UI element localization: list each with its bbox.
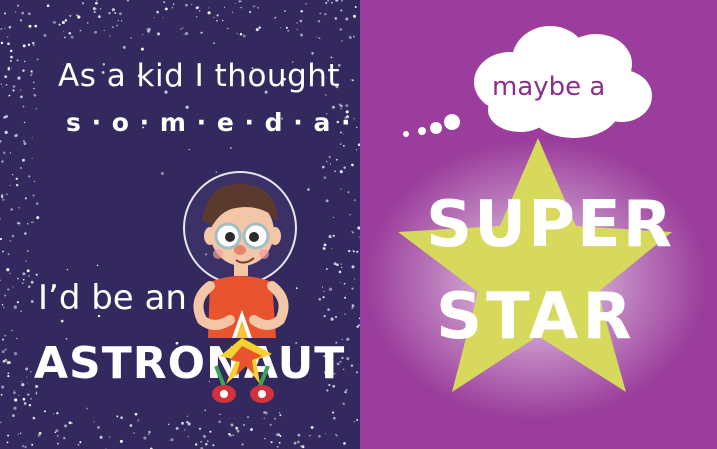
caption-line-3: I’d be an [38, 278, 187, 318]
caption-line-1: As a kid I thought [58, 58, 341, 94]
bubble-text: maybe a [492, 72, 606, 102]
illustration-page: As a kid I thought s · o · m · e · d · a… [0, 0, 717, 449]
super-text: SUPER [426, 188, 674, 262]
star-text: STAR [436, 280, 636, 354]
caption-line-2: s · o · m · e · d · a · y [66, 108, 360, 137]
astronaut-panel: As a kid I thought s · o · m · e · d · a… [0, 0, 360, 449]
astronaut-kid-illustration [183, 171, 297, 403]
